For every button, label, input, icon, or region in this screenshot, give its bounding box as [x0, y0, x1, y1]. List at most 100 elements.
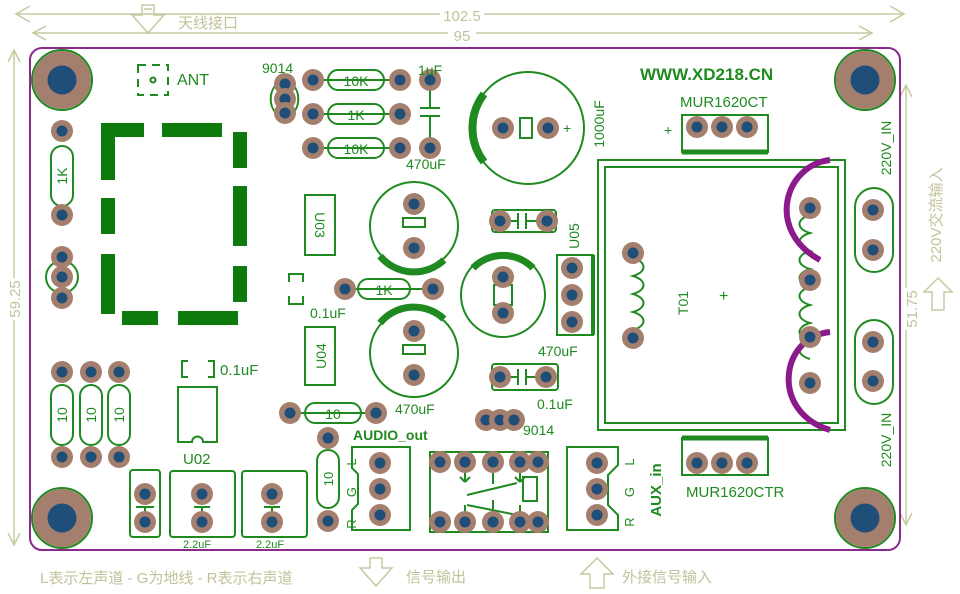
pad [365, 402, 387, 424]
pad [369, 504, 391, 526]
pad [422, 278, 444, 300]
pad [108, 361, 130, 383]
pad [403, 193, 425, 215]
ac-input-label: 220V交流输入 [927, 167, 945, 262]
dimension-top-outer: 102.5 [14, 4, 906, 25]
mur-top-label: MUR1620CT [680, 94, 768, 111]
pad [51, 120, 73, 142]
c-u02-label: 0.1uF [220, 362, 258, 379]
pin-r-label: R [344, 519, 359, 528]
pad [51, 204, 73, 226]
pad [862, 370, 884, 392]
pad [489, 210, 511, 232]
pad [191, 511, 213, 533]
pad [503, 409, 525, 431]
c-1uf-label: 1uF [418, 62, 442, 78]
pad [454, 511, 476, 533]
c-bot-1-label: 2.2uF [183, 539, 211, 551]
polarity-plus: + [563, 120, 571, 136]
pad [51, 266, 73, 288]
q1-label: 9014 [262, 60, 293, 76]
r-10k-2-label: 10K [344, 141, 370, 157]
r-10-vert-label: 10 [321, 472, 336, 486]
website-label: WWW.XD218.CN [640, 65, 773, 84]
pad [686, 452, 708, 474]
r-1k-mid-label: 1K [347, 107, 365, 123]
pad [108, 446, 130, 468]
antenna-loop [101, 123, 247, 325]
pad [302, 137, 324, 159]
pad [429, 451, 451, 473]
pad [586, 478, 608, 500]
u05-label: U05 [566, 223, 582, 249]
pad [799, 269, 821, 291]
antenna-port-annotation: 天线接口 [130, 4, 238, 35]
polarity-plus: + [719, 288, 728, 305]
pad [586, 452, 608, 474]
pad [527, 511, 549, 533]
pad [429, 511, 451, 533]
polarity-plus: + [664, 122, 672, 138]
pad [799, 197, 821, 219]
pin-g-label: G [344, 487, 359, 497]
r-10k-1-label: 10K [344, 73, 370, 89]
u03-label: U03 [312, 212, 328, 238]
pad [489, 366, 511, 388]
u04-label: U04 [313, 343, 329, 369]
pad [274, 102, 296, 124]
pin-l-label: L [622, 458, 637, 465]
pad [535, 366, 557, 388]
aux-in-label: AUX_in [648, 463, 665, 516]
r-10-mid-label: 10 [325, 406, 341, 422]
antenna-port-label: 天线接口 [178, 15, 238, 32]
c-470uf-2-label: 470uF [395, 401, 435, 417]
pad [482, 511, 504, 533]
mounting-hole [33, 51, 91, 109]
pad [51, 287, 73, 309]
pad [736, 116, 758, 138]
dimension-left: 59.25 [4, 48, 24, 547]
pad [736, 452, 758, 474]
c-01uf-right-label: 0.1uF [537, 396, 573, 412]
r-10-label: 10 [83, 407, 99, 423]
pad [261, 483, 283, 505]
mur-bot-label: MUR1620CTR [686, 484, 785, 501]
pad [711, 116, 733, 138]
pad [537, 117, 559, 139]
pad [482, 451, 504, 473]
pads [31, 49, 896, 549]
pad [403, 237, 425, 259]
dimension-label: 95 [454, 28, 471, 45]
legend-label: L表示左声道 - G为地线 - R表示右声道 [40, 569, 293, 587]
pad [317, 427, 339, 449]
dimension-right: 51.75 220V交流输入 [899, 83, 954, 527]
c-470uf-3-label: 470uF [538, 343, 578, 359]
pad [369, 452, 391, 474]
dimension-label: 102.5 [443, 8, 481, 25]
pad [586, 504, 608, 526]
pad [561, 311, 583, 333]
pad [261, 511, 283, 533]
pcb-layout: 102.5 95 天线接口 59.25 51.75 220V交流输入 WWW.X… [4, 4, 954, 589]
mounting-hole [836, 489, 894, 547]
pad [454, 451, 476, 473]
pad [492, 302, 514, 324]
pad [711, 452, 733, 474]
pad [799, 372, 821, 394]
pad [686, 116, 708, 138]
u02-label: U02 [183, 451, 211, 468]
antenna-marker: ANT [137, 64, 209, 96]
ac-in-1-label: 220V_IN [878, 121, 894, 175]
c-1000uf-label: 1000uF [591, 100, 607, 147]
r-10-label: 10 [54, 407, 70, 423]
mounting-hole [33, 489, 91, 547]
c-470uf-1-label: 470uF [406, 156, 446, 172]
c-01uf-mid-label: 0.1uF [310, 305, 346, 321]
pad [403, 364, 425, 386]
pad [51, 446, 73, 468]
ac-in-2-label: 220V_IN [878, 413, 894, 467]
mounting-hole [836, 51, 894, 109]
audio-out-label: AUDIO_out [353, 427, 428, 443]
pad [317, 510, 339, 532]
r-1k-2-label: 1K [375, 282, 393, 298]
